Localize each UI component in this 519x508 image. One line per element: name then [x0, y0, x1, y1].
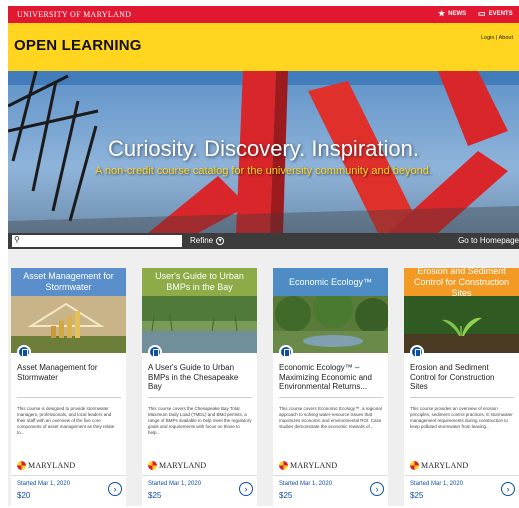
card-image	[11, 296, 126, 353]
university-bar: UNIVERSITY OF MARYLAND ★ NEWS ▭ EVENTS	[8, 6, 519, 23]
card-image	[273, 296, 388, 353]
maryland-seal-icon	[148, 461, 157, 470]
hero-title: Curiosity. Discovery. Inspiration.	[108, 136, 419, 161]
news-label: NEWS	[448, 11, 467, 17]
umd-logo: MARYLAND	[148, 461, 206, 470]
card-footer-divider	[273, 475, 388, 476]
logo-text: MARYLAND	[159, 461, 207, 470]
maryland-seal-icon	[17, 461, 26, 470]
card-description: This course covers the Chesapeake Bay To…	[148, 406, 252, 435]
chevron-down-icon: ▼	[216, 236, 225, 245]
logo-text: MARYLAND	[28, 461, 76, 470]
refine-button[interactable]: Refine ▼	[190, 236, 225, 245]
card-title[interactable]: Erosion and Sediment Control for Constru…	[410, 363, 514, 392]
homepage-link[interactable]: Go to Homepage	[458, 236, 519, 245]
card-header: Erosion and Sediment Control for Constru…	[404, 266, 519, 298]
chevron-right-icon[interactable]: ›	[501, 482, 515, 496]
card-start-date: Started Mar 1, 2020	[17, 481, 71, 487]
calendar-icon: ▭	[478, 9, 486, 18]
card-description: This course provides an overview of eros…	[410, 406, 513, 429]
card-description: This course covers Economic Ecology™, a …	[279, 406, 382, 429]
about-link[interactable]: About	[499, 35, 513, 41]
logo-text: MARYLAND	[290, 461, 338, 470]
course-card[interactable]: Economic Ecology™ Economic Ecology™ – Ma…	[273, 268, 388, 506]
hero-subtitle: A non-credit course catalog for the univ…	[95, 165, 432, 177]
card-start-date: Started Mar 1, 2020	[410, 481, 464, 487]
card-price: $25	[410, 491, 424, 500]
site-header: OPEN LEARNING Login | About	[8, 23, 519, 71]
news-link[interactable]: ★ NEWS	[438, 10, 466, 18]
card-header: Asset Management for Stormwater	[11, 268, 126, 296]
browser-page: UNIVERSITY OF MARYLAND ★ NEWS ▭ EVENTS O…	[8, 6, 519, 506]
chevron-right-icon[interactable]: ›	[239, 482, 253, 496]
course-card[interactable]: User's Guide to Urban BMPs in the Bay A …	[142, 268, 257, 506]
card-footer-divider	[11, 475, 126, 476]
umd-logo: MARYLAND	[279, 461, 337, 470]
card-image	[404, 296, 519, 353]
card-description: This course is designed to provide storm…	[17, 406, 115, 435]
course-card[interactable]: Asset Management for Stormwater Asset Ma…	[11, 268, 126, 506]
university-link[interactable]: UNIVERSITY OF MARYLAND	[17, 10, 131, 19]
card-divider	[410, 397, 514, 398]
chevron-right-icon[interactable]: ›	[370, 482, 384, 496]
events-label: EVENTS	[488, 11, 513, 17]
header-links: Login | About	[481, 35, 513, 41]
search-bar: ⚲ Refine ▼ Go to Homepage	[8, 233, 519, 249]
card-title[interactable]: A User's Guide to Urban BMPs in the Ches…	[148, 363, 252, 392]
card-price: $20	[17, 491, 31, 500]
card-divider	[148, 397, 252, 398]
card-price: $25	[279, 491, 293, 500]
card-header: User's Guide to Urban BMPs in the Bay	[142, 268, 257, 296]
site-title[interactable]: OPEN LEARNING	[14, 37, 142, 54]
card-start-date: Started Mar 1, 2020	[279, 481, 333, 487]
card-footer-divider	[142, 475, 257, 476]
course-cards: Asset Management for Stormwater Asset Ma…	[11, 266, 519, 506]
hero-banner: Curiosity. Discovery. Inspiration. A non…	[8, 71, 519, 233]
login-link[interactable]: Login	[481, 35, 494, 41]
card-title[interactable]: Asset Management for Stormwater	[17, 363, 121, 382]
card-image	[142, 296, 257, 353]
card-header: Economic Ecology™	[273, 268, 388, 296]
maryland-seal-icon	[279, 461, 288, 470]
refine-label: Refine	[190, 236, 214, 245]
course-type-icon	[279, 345, 293, 359]
search-icon: ⚲	[14, 235, 20, 244]
card-start-date: Started Mar 1, 2020	[148, 481, 202, 487]
chevron-right-icon[interactable]: ›	[108, 482, 122, 496]
maryland-seal-icon	[410, 461, 419, 470]
umd-logo: MARYLAND	[17, 461, 75, 470]
course-card[interactable]: Erosion and Sediment Control for Constru…	[404, 266, 519, 506]
course-type-icon	[17, 345, 31, 359]
card-footer-divider	[404, 475, 519, 476]
course-type-icon	[410, 345, 424, 359]
search-input[interactable]	[12, 235, 182, 247]
card-divider	[279, 397, 383, 398]
course-type-icon	[148, 345, 162, 359]
card-divider	[17, 397, 121, 398]
events-link[interactable]: ▭ EVENTS	[478, 10, 513, 18]
header-separator: |	[495, 35, 498, 41]
star-icon: ★	[438, 9, 446, 18]
card-title[interactable]: Economic Ecology™ – Maximizing Economic …	[279, 363, 383, 392]
card-price: $25	[148, 491, 162, 500]
umd-logo: MARYLAND	[410, 461, 468, 470]
logo-text: MARYLAND	[421, 461, 469, 470]
